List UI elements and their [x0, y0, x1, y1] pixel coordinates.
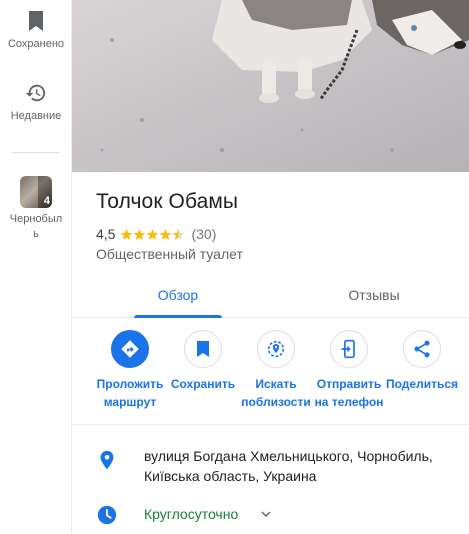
action-buttons: Проложить маршрут Сохранить Искать побли…: [72, 330, 469, 422]
tab-reviews[interactable]: Отзывы: [330, 272, 418, 318]
recent-place-thumbnail: 4: [20, 176, 52, 208]
tab-overview[interactable]: Обзор: [134, 272, 222, 318]
place-tabs: Обзор Отзывы: [72, 272, 469, 318]
recent-place-label: Чернобыль: [9, 213, 63, 240]
star-icon: [134, 228, 146, 240]
place-title: Толчок Обамы: [96, 190, 239, 213]
side-rail: Сохранено Недавние 4 Чернобыль: [0, 0, 72, 534]
saved-rail-label: Сохранено: [7, 38, 65, 50]
star-icon: [160, 228, 172, 240]
send-to-phone-icon: [341, 339, 355, 359]
share-icon: [414, 340, 430, 358]
section-divider: [72, 424, 469, 425]
location-pin-icon: [100, 450, 114, 470]
clock-icon: [97, 505, 117, 525]
hero-photo-image: [72, 0, 469, 172]
recent-rail-button[interactable]: Недавние: [0, 82, 72, 124]
rating-row[interactable]: 4,5 (30): [96, 226, 216, 242]
rating-value: 4,5: [96, 226, 116, 242]
save-button[interactable]: Сохранить: [166, 330, 240, 393]
share-button[interactable]: Поделиться: [385, 330, 459, 393]
reviews-count-link[interactable]: (30): [191, 226, 216, 242]
star-icon: [121, 228, 133, 240]
active-tab-indicator: [134, 315, 222, 318]
address-row[interactable]: вулиця Богдана Хмельницького, Чорнобиль,…: [72, 446, 469, 490]
recent-place-chernobyl[interactable]: 4 Чернобыль: [0, 176, 72, 242]
star-icon: [147, 228, 159, 240]
rail-divider: [12, 152, 59, 153]
rating-stars: [120, 228, 185, 241]
place-hero-photo[interactable]: [72, 0, 469, 172]
hours-text: Круглосуточно: [144, 506, 239, 522]
directions-button[interactable]: Проложить маршрут: [93, 330, 167, 411]
chevron-down-icon[interactable]: [258, 506, 274, 522]
half-star-icon: [173, 228, 185, 240]
recent-rail-label: Недавние: [10, 110, 62, 122]
history-icon: [25, 84, 46, 102]
place-panel: Толчок Обамы 4,5 (30) Общественный туале…: [72, 0, 469, 534]
saved-rail-button[interactable]: Сохранено: [0, 10, 72, 52]
nearby-icon: [267, 340, 285, 358]
place-category[interactable]: Общественный туалет: [96, 246, 243, 262]
recent-place-count: 4: [43, 195, 50, 207]
search-nearby-button[interactable]: Искать поблизости: [239, 330, 313, 411]
send-to-phone-button[interactable]: Отправить на телефон: [312, 330, 386, 411]
bookmark-icon: [197, 341, 209, 357]
hours-row[interactable]: Круглосуточно: [72, 504, 469, 528]
directions-icon: [121, 340, 139, 358]
bookmark-icon: [29, 11, 43, 31]
address-text: вулиця Богдана Хмельницького, Чорнобиль,…: [144, 448, 433, 484]
